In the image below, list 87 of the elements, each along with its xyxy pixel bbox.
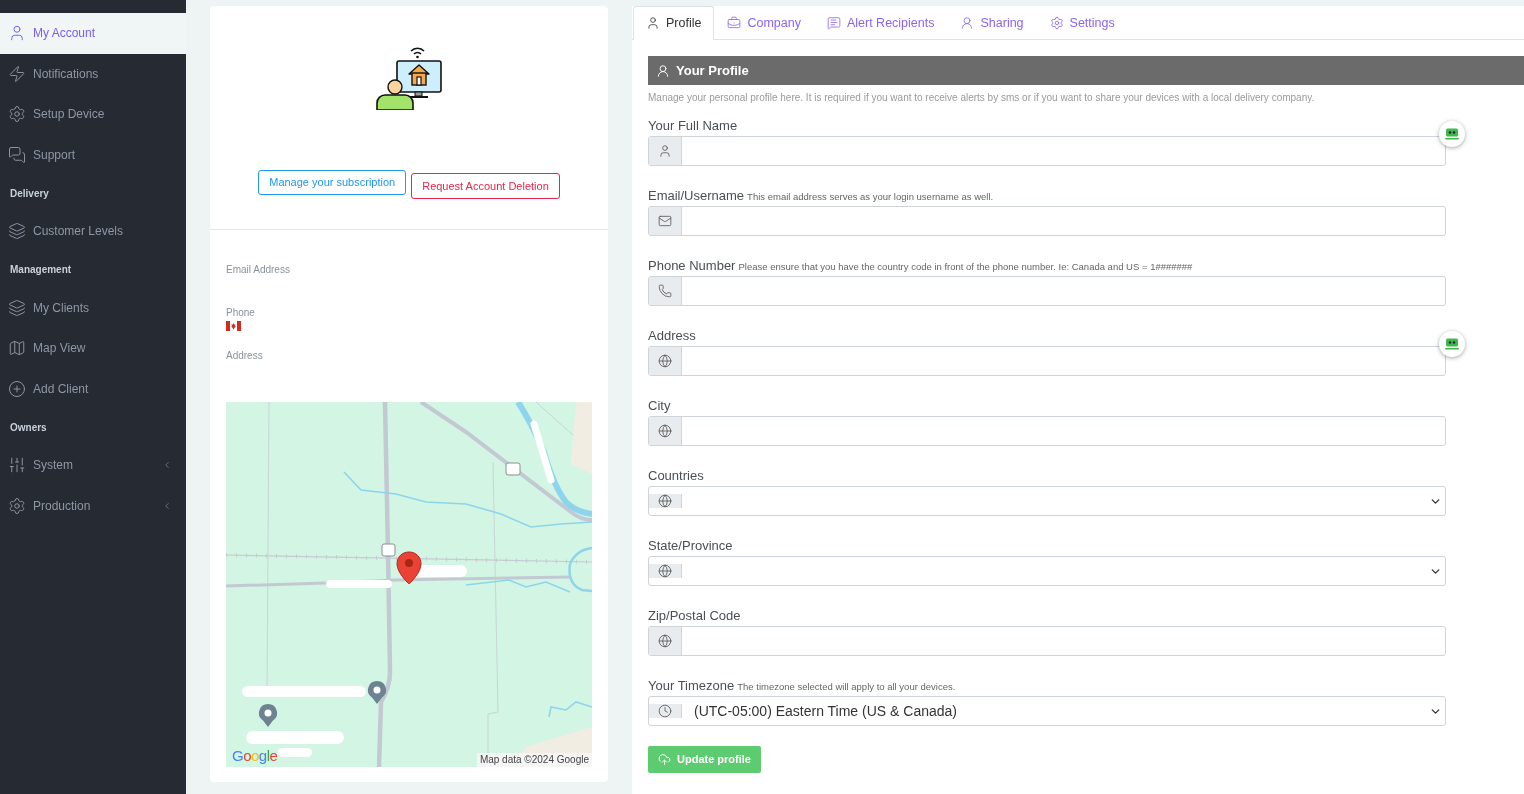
bot-badge-icon[interactable] [1439, 331, 1465, 357]
sidebar-item[interactable]: Customer Levels [0, 211, 186, 252]
envelope-icon [658, 214, 672, 228]
delete-account-button[interactable]: Request Account Deletion [411, 173, 560, 199]
bot-badge-icon[interactable] [1439, 121, 1465, 147]
layers-icon [8, 298, 26, 317]
gear-icon [8, 105, 26, 124]
user-icon [656, 63, 670, 78]
text-field[interactable] [648, 136, 1446, 166]
lightning-icon [8, 64, 26, 83]
globe-icon [658, 634, 672, 648]
dropdown-field[interactable] [648, 556, 1446, 586]
globe-icon [658, 564, 672, 578]
field-label: Your Timezone [648, 678, 735, 694]
sidebar-item[interactable]: My Clients [0, 287, 186, 328]
redacted-label [326, 580, 392, 588]
section-description: Manage your personal profile here. It is required if you want to receive alerts by sms or if you want to share your devices with a local delivery company. [648, 91, 1315, 105]
detail-label: Address [226, 349, 263, 362]
gear-icon [8, 496, 26, 515]
field-label: Address [648, 328, 696, 344]
sliders-icon [8, 456, 26, 475]
text-field[interactable] [648, 346, 1446, 376]
cloud-upload-icon [658, 753, 671, 766]
text-field[interactable] [648, 416, 1446, 446]
layers-icon [8, 222, 26, 241]
field-hint: The timezone selected will apply to all your devices. [737, 681, 956, 693]
map-attribution: Map data ©2024 Google [476, 753, 592, 767]
route-shield-icon [381, 543, 396, 557]
detail-label: Phone [226, 306, 255, 319]
plus-circle-icon [8, 379, 26, 398]
sidebar-item[interactable]: Map View [0, 328, 186, 369]
tab[interactable]: Settings [1036, 6, 1128, 40]
sidebar-item[interactable]: Notifications [0, 53, 186, 94]
location-pin-icon [396, 551, 422, 585]
section-title: Your Profile [676, 61, 749, 80]
field-label: Phone Number [648, 258, 736, 274]
text-field[interactable] [648, 206, 1446, 236]
person-monitor-drawing [376, 44, 442, 110]
globe-icon [658, 494, 672, 508]
user-icon [960, 16, 975, 30]
detail-label: Email Address [226, 263, 290, 276]
flag-icon [226, 321, 241, 331]
sidebar-item[interactable]: Setup Device [0, 94, 186, 135]
message-icon [826, 16, 841, 30]
place-marker-icon [258, 703, 278, 728]
text-field[interactable] [648, 626, 1446, 656]
text-field[interactable] [648, 276, 1446, 306]
globe-icon [658, 424, 672, 438]
user-icon [658, 144, 672, 158]
sidebar-item[interactable]: Support [0, 134, 186, 175]
redacted-label [278, 748, 312, 757]
field-hint: This email address serves as your login username as well. [747, 191, 994, 203]
sidebar-item[interactable]: My Account [0, 13, 186, 54]
land-patch [571, 402, 592, 474]
field-label: State/Province [648, 538, 733, 554]
gear-icon [1049, 16, 1064, 30]
sidebar-item[interactable]: System [0, 445, 186, 486]
field-label: Your Full Name [648, 118, 738, 134]
clock-icon [658, 704, 672, 718]
field-label: Countries [648, 468, 704, 484]
sidebar-section-heading: Delivery [10, 186, 49, 201]
tab[interactable]: Alert Recipients [813, 6, 948, 40]
sidebar-section-heading: Owners [10, 420, 47, 435]
subscription-button[interactable]: Manage your subscription [258, 170, 407, 195]
phone-icon [658, 284, 672, 298]
map-icon [8, 339, 26, 358]
tab[interactable]: Profile [633, 6, 715, 40]
tab[interactable]: Company [714, 6, 814, 40]
tab[interactable]: Sharing [947, 6, 1037, 40]
field-label: City [648, 398, 671, 414]
user-icon [8, 24, 26, 43]
place-marker-icon [367, 680, 387, 705]
user-icon [646, 16, 660, 30]
field-label: Zip/Postal Code [648, 608, 741, 624]
field-hint: Please ensure that you have the country code in front of the phone number. Ie: Canada and US = 1####### [738, 261, 1193, 273]
dropdown-field[interactable] [648, 486, 1446, 516]
briefcase-icon [727, 16, 742, 30]
globe-icon [658, 354, 672, 368]
dropdown-field[interactable]: (UTC-05:00) Eastern Time (US & Canada) [648, 696, 1446, 726]
route-shield-icon [505, 462, 521, 476]
sidebar-item[interactable]: Production [0, 485, 186, 526]
chat-bubbles-icon [8, 145, 26, 164]
field-label: Email/Username [648, 188, 745, 204]
map-logo: Google [232, 747, 278, 764]
sidebar-item[interactable]: Add Client [0, 368, 186, 409]
sidebar-section-heading: Management [10, 263, 72, 277]
redacted-label [530, 420, 555, 484]
